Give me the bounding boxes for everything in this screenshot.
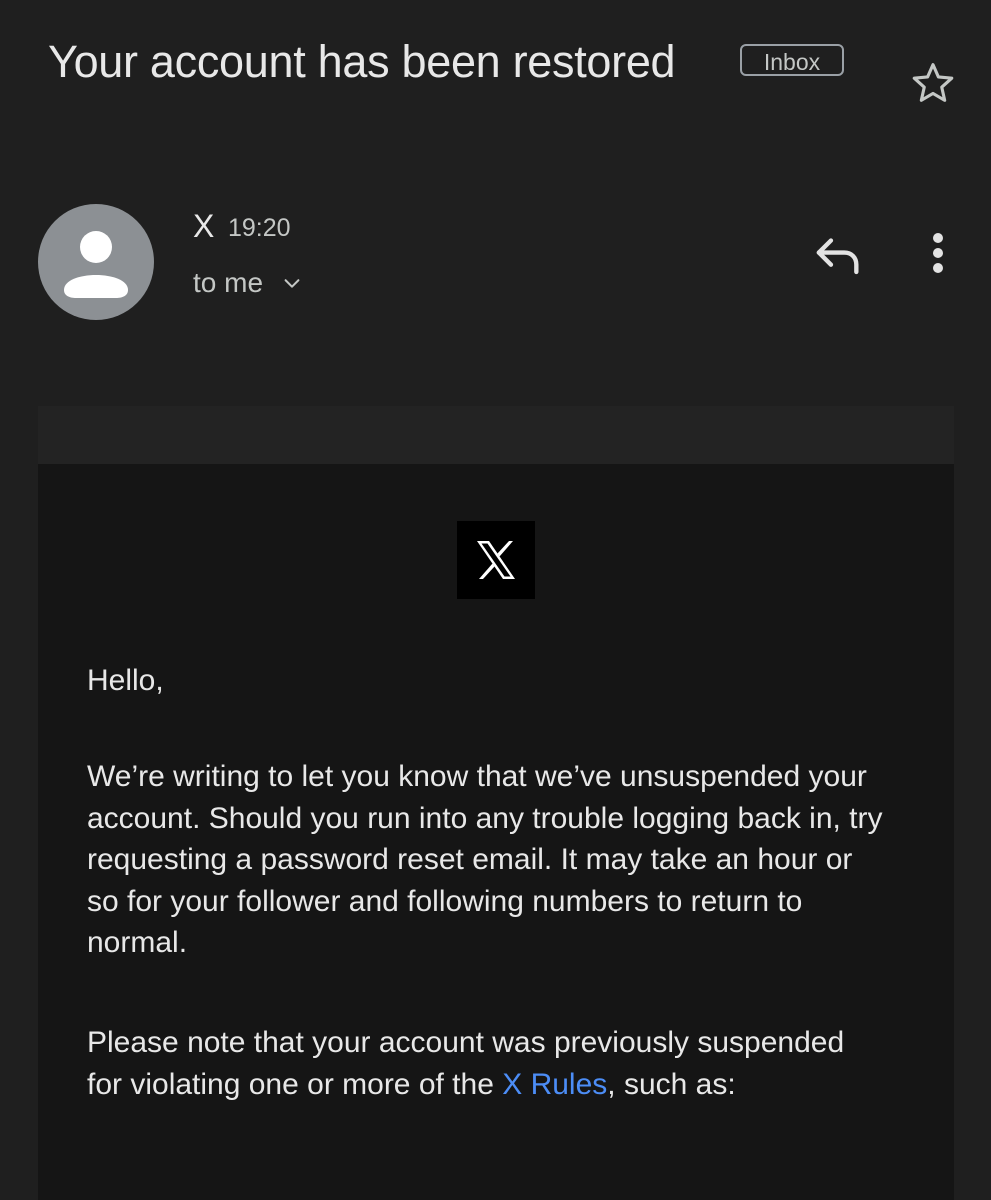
person-icon [64, 231, 128, 298]
x-rules-link[interactable]: X Rules [502, 1068, 607, 1101]
reply-icon[interactable] [808, 226, 866, 284]
sent-time: 19:20 [228, 214, 291, 242]
recipient-details-toggle[interactable]: to me [193, 266, 303, 300]
subject-row: Your account has been restored Inbox [48, 30, 991, 102]
email-header-band [38, 406, 954, 464]
chevron-down-icon [284, 279, 300, 288]
email-subject: Your account has been restored [48, 36, 676, 87]
recipient-label: to me [193, 267, 264, 298]
email-greeting: Hello, [87, 664, 164, 697]
email-body: Hello, We’re writing to let you know tha… [38, 464, 954, 1200]
sender-avatar[interactable] [38, 204, 154, 320]
email-paragraph: We’re writing to let you know that we’ve… [87, 760, 883, 959]
more-vert-icon[interactable] [916, 226, 960, 284]
email-paragraph-rules: Please note that your account was previo… [87, 1022, 887, 1105]
sender-name: X [193, 208, 215, 244]
x-logo-icon [457, 521, 535, 599]
star-icon[interactable] [908, 58, 958, 108]
inbox-label-chip[interactable]: Inbox [740, 44, 844, 76]
paragraph-text-end: , such as: [607, 1067, 736, 1101]
